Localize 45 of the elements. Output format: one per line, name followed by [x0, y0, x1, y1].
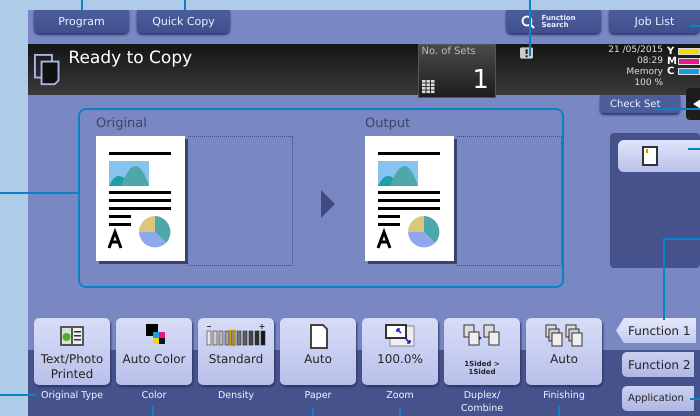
- toner-label: C: [667, 66, 675, 76]
- setting-caption: Density: [216, 389, 256, 402]
- toner-label: Y: [667, 46, 675, 56]
- function-tab[interactable]: Function 1: [616, 318, 696, 343]
- output-label: Output: [365, 116, 412, 133]
- arrow-icon: [321, 190, 335, 218]
- setting-caption: Duplex/ Combine: [460, 389, 504, 415]
- memory-label: Memory: [626, 67, 663, 78]
- setting-button[interactable]: Text/Photo Printed: [34, 318, 110, 385]
- setting-button[interactable]: Auto: [526, 318, 602, 385]
- setting-caption: Finishing: [542, 389, 586, 402]
- top-tab-button[interactable]: Program: [34, 10, 129, 33]
- date-text: 21 /05/2015: [608, 45, 663, 56]
- density-scale-icon: [206, 324, 266, 346]
- setting-button[interactable]: Auto: [280, 318, 356, 385]
- function-tab[interactable]: Function 2: [622, 352, 694, 377]
- setting-button[interactable]: Auto Color: [116, 318, 192, 385]
- setting-caption: Color: [140, 389, 168, 402]
- paper-tray-button[interactable]: [618, 140, 700, 172]
- copy-pages-icon: [34, 53, 60, 87]
- function-tab[interactable]: Application: [622, 386, 694, 411]
- check-settings-button[interactable]: Check Set: [600, 95, 680, 113]
- job-list-button[interactable]: Job List: [608, 10, 700, 33]
- time-text: 08:29: [637, 56, 663, 67]
- setting-caption: Paper: [304, 389, 332, 402]
- sets-display[interactable]: No. of Sets 1: [418, 44, 496, 98]
- memory-value: 100 %: [634, 78, 663, 89]
- sets-value: 1: [472, 65, 489, 95]
- leader-line: [688, 148, 700, 150]
- leader-line: [655, 108, 700, 110]
- stacked-pages-icon: [544, 323, 584, 349]
- original-label: Original: [96, 116, 148, 133]
- search-icon: [521, 14, 536, 28]
- setting-caption: Zoom: [385, 389, 415, 402]
- status-title: Ready to Copy: [68, 48, 194, 68]
- setting-button[interactable]: 100.0%: [362, 318, 438, 385]
- paper-icon: [642, 146, 658, 166]
- setting-button[interactable]: Standard: [198, 318, 274, 385]
- leader-line: [529, 0, 531, 56]
- setting-caption: Original Type: [40, 389, 104, 402]
- leader-line: [0, 394, 36, 396]
- keypad-icon: [422, 80, 436, 94]
- toner-label: M: [667, 56, 675, 66]
- top-tab-button[interactable]: Quick Copy: [136, 10, 230, 33]
- sets-label: No. of Sets: [421, 46, 476, 57]
